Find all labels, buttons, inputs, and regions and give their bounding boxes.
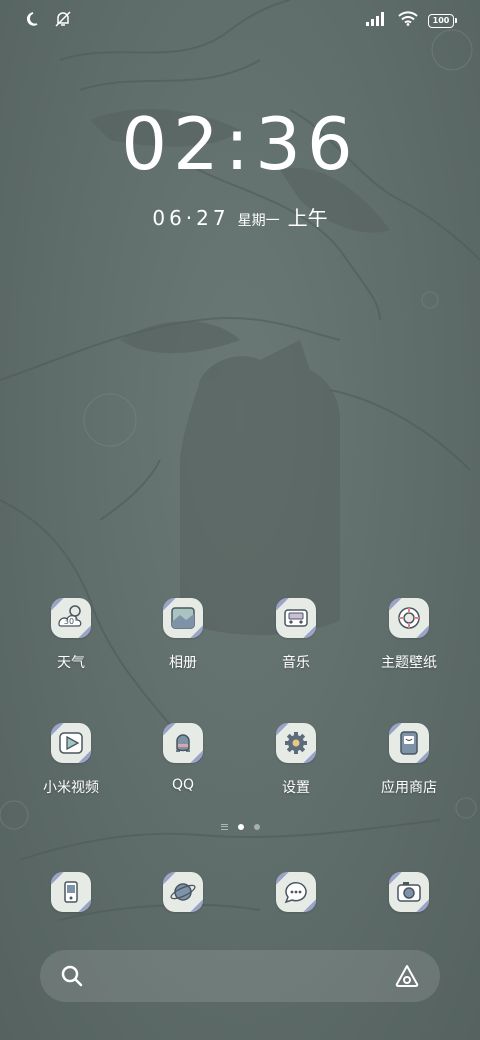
app-video[interactable]: 小米视频: [16, 723, 126, 797]
themes-icon: [389, 598, 429, 638]
battery-icon: 100: [428, 13, 457, 28]
app-themes[interactable]: 主题壁纸: [354, 598, 464, 672]
app-label: 相册: [169, 655, 197, 671]
page-indicator[interactable]: [0, 824, 480, 830]
status-bar: 100: [0, 0, 480, 40]
page-dot-2[interactable]: [253, 824, 260, 830]
gallery-icon: [163, 598, 203, 638]
music-icon: [276, 598, 316, 638]
app-store-icon: [389, 723, 429, 763]
settings-icon: [276, 723, 316, 763]
camera-icon: [389, 872, 429, 912]
phone-icon: [51, 872, 91, 912]
date: 06·27: [152, 206, 230, 230]
dock-browser[interactable]: [128, 872, 238, 912]
app-music[interactable]: 音乐: [241, 598, 351, 672]
app-label: 音乐: [282, 655, 310, 671]
am-pm: 上午: [287, 206, 328, 230]
app-label: 主题壁纸: [381, 655, 437, 671]
silent-bell-icon: [54, 10, 72, 32]
dock-phone[interactable]: [16, 872, 126, 912]
search-bar[interactable]: [40, 950, 440, 1002]
app-label: 小米视频: [43, 780, 99, 796]
weekday: 星期一: [237, 213, 280, 229]
assistant-icon[interactable]: [394, 963, 420, 993]
qq-icon: [163, 723, 203, 763]
messages-icon: [276, 872, 316, 912]
app-gallery[interactable]: 相册: [128, 598, 238, 672]
app-label: QQ: [171, 777, 195, 793]
moon-icon: [26, 11, 42, 31]
app-label: 应用商店: [381, 780, 437, 796]
date-row[interactable]: 06·27 星期一 上午: [0, 202, 480, 231]
app-qq[interactable]: QQ: [128, 723, 238, 793]
video-icon: [51, 723, 91, 763]
app-label: 设置: [282, 780, 310, 796]
battery-level: 100: [432, 15, 450, 25]
page-dot-1[interactable]: [237, 824, 244, 830]
feed-page-icon[interactable]: [220, 824, 228, 830]
browser-icon: [163, 872, 203, 912]
search-icon[interactable]: [60, 964, 84, 992]
weather-icon: 30°: [51, 598, 91, 638]
weather-badge: 30°: [64, 617, 78, 626]
wifi-icon: [398, 11, 418, 30]
app-weather[interactable]: 30° 天气: [16, 598, 126, 672]
dock-camera[interactable]: [354, 872, 464, 912]
signal-icon: [366, 11, 388, 30]
app-label: 天气: [57, 655, 85, 671]
app-settings[interactable]: 设置: [241, 723, 351, 797]
dock-messages[interactable]: [241, 872, 351, 912]
clock-time[interactable]: 02:36: [0, 104, 480, 184]
app-store[interactable]: 应用商店: [354, 723, 464, 797]
